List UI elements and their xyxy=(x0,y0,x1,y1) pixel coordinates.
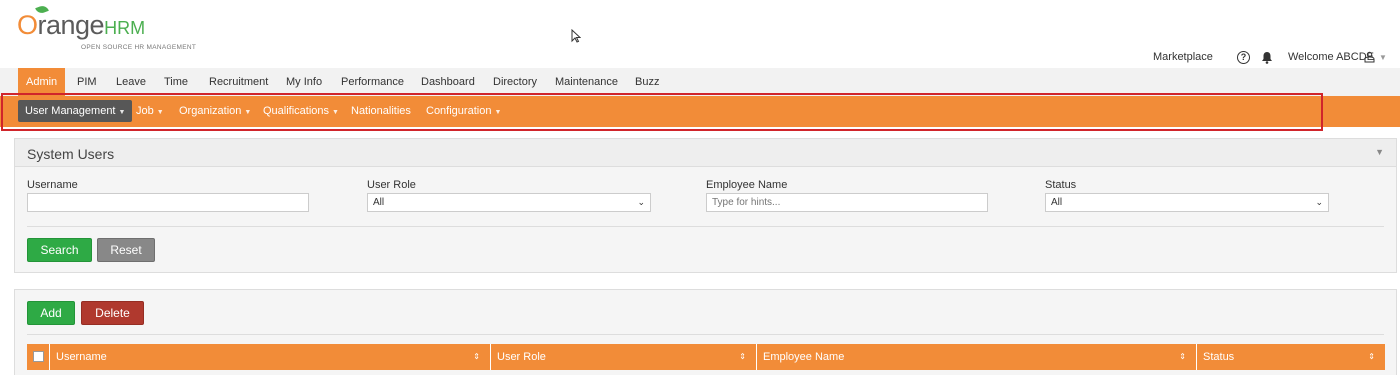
system-users-results-panel: Add Delete Username ⇕ User Role ⇕ Employ… xyxy=(14,289,1397,375)
top-menu: Admin PIM Leave Time Recruitment My Info… xyxy=(0,68,1400,96)
employee-name-label: Employee Name xyxy=(706,179,788,191)
search-button[interactable]: Search xyxy=(27,238,92,262)
top-menu-pim[interactable]: PIM xyxy=(69,68,105,96)
employee-name-input[interactable] xyxy=(706,193,988,212)
status-label: Status xyxy=(1045,179,1077,191)
logo-wordmark: OrangeHRM xyxy=(17,10,146,40)
chevron-down-icon: ⌄ xyxy=(1315,197,1323,207)
top-menu-admin[interactable]: Admin xyxy=(18,68,66,96)
user-role-selected-value: All xyxy=(373,197,385,208)
column-header-user-role[interactable]: User Role ⇕ xyxy=(490,344,756,370)
column-label: Username xyxy=(56,351,107,363)
panel-title: System Users xyxy=(27,146,115,162)
top-menu-time[interactable]: Time xyxy=(156,68,196,96)
orangehrm-logo[interactable]: OrangeHRM OPEN SOURCE HR MANAGEMENT xyxy=(17,4,196,51)
top-menu-my-info[interactable]: My Info xyxy=(278,68,330,96)
sort-icon[interactable]: ⇕ xyxy=(1179,344,1186,370)
sort-icon[interactable]: ⇕ xyxy=(739,344,746,370)
user-lock-icon[interactable] xyxy=(1364,51,1375,63)
top-menu-leave[interactable]: Leave xyxy=(108,68,154,96)
bell-icon[interactable] xyxy=(1261,51,1273,64)
column-label: User Role xyxy=(497,351,546,363)
add-button[interactable]: Add xyxy=(27,301,75,325)
delete-button[interactable]: Delete xyxy=(81,301,144,325)
system-users-search-panel: System Users ▼ Username User Role All ⌄ … xyxy=(14,138,1397,273)
divider xyxy=(27,226,1384,227)
help-icon[interactable]: ? xyxy=(1237,51,1250,64)
marketplace-link[interactable]: Marketplace xyxy=(1153,51,1213,63)
column-header-employee-name[interactable]: Employee Name ⇕ xyxy=(756,344,1196,370)
chevron-down-icon: ⌄ xyxy=(637,197,645,207)
column-header-username[interactable]: Username ⇕ xyxy=(49,344,490,370)
username-input[interactable] xyxy=(27,193,309,212)
header: OrangeHRM OPEN SOURCE HR MANAGEMENT Mark… xyxy=(0,0,1400,68)
top-menu-performance[interactable]: Performance xyxy=(333,68,412,96)
top-menu-maintenance[interactable]: Maintenance xyxy=(547,68,626,96)
user-role-label: User Role xyxy=(367,179,416,191)
top-menu-directory[interactable]: Directory xyxy=(485,68,545,96)
users-table-header: Username ⇕ User Role ⇕ Employee Name ⇕ S… xyxy=(27,344,1385,370)
top-menu-dashboard[interactable]: Dashboard xyxy=(413,68,483,96)
column-header-status[interactable]: Status ⇕ xyxy=(1196,344,1385,370)
collapse-toggle-icon[interactable]: ▼ xyxy=(1375,147,1384,157)
reset-button[interactable]: Reset xyxy=(97,238,155,262)
username-label: Username xyxy=(27,179,78,191)
status-selected-value: All xyxy=(1051,197,1063,208)
welcome-user-label[interactable]: Welcome ABCDE xyxy=(1288,51,1374,63)
annotation-highlight-box xyxy=(1,93,1323,131)
status-select[interactable]: All ⌄ xyxy=(1045,193,1329,212)
select-all-checkbox[interactable] xyxy=(33,351,44,362)
sort-icon[interactable]: ⇕ xyxy=(1368,344,1375,370)
top-menu-buzz[interactable]: Buzz xyxy=(627,68,667,96)
logo-tagline: OPEN SOURCE HR MANAGEMENT xyxy=(81,44,197,51)
divider xyxy=(27,334,1384,335)
panel-header: System Users ▼ xyxy=(15,139,1396,167)
user-role-select[interactable]: All ⌄ xyxy=(367,193,651,212)
user-menu-chevron-icon[interactable]: ▼ xyxy=(1379,53,1387,62)
mouse-cursor-icon xyxy=(571,29,581,43)
column-label: Employee Name xyxy=(763,351,845,363)
column-label: Status xyxy=(1203,351,1235,363)
top-menu-recruitment[interactable]: Recruitment xyxy=(201,68,276,96)
sort-icon[interactable]: ⇕ xyxy=(473,344,480,370)
